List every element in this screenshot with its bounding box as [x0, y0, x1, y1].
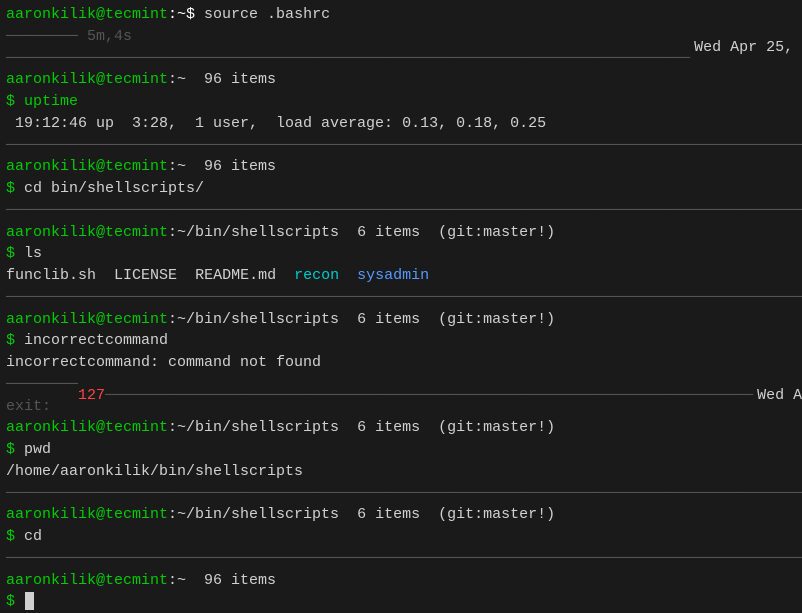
- dashes-exit-2: ────────────────────────────────────────…: [105, 385, 753, 407]
- git-3: (git:master!): [420, 419, 555, 436]
- prompt-info-5: aaronkilik@tecmint:~/bin/shellscripts 6 …: [6, 417, 796, 439]
- dollar-4: $: [6, 245, 15, 262]
- line-1: aaronkilik@tecmint:~$ source .bashrc: [6, 4, 796, 26]
- ls-cmd: ls: [15, 245, 42, 262]
- file-readme: README.md: [195, 267, 276, 284]
- sep-6: ────────────────────────────────────────…: [6, 483, 796, 505]
- sep-6: :~/bin/shellscripts: [168, 419, 357, 436]
- sep-2: :~: [168, 71, 204, 88]
- dashes-3: ────────────────────────────────────────…: [6, 200, 802, 222]
- cmd-pwd: $ pwd: [6, 439, 796, 461]
- prompt-info-final: aaronkilik@tecmint:~ 96 items: [6, 570, 796, 592]
- file-funclib: funclib.sh: [6, 267, 96, 284]
- pwd-cmd: pwd: [15, 441, 51, 458]
- user-6: aaronkilik@tecmint: [6, 419, 168, 436]
- file-recon: recon: [294, 267, 339, 284]
- cmd-cd: $ cd bin/shellscripts/: [6, 178, 796, 200]
- sep-3: :~: [168, 158, 204, 175]
- timestamp-5: Wed Apr 25, 19:13:56: [753, 385, 802, 407]
- prompt-info-3: aaronkilik@tecmint:~/bin/shellscripts 6 …: [6, 222, 796, 244]
- terminal: aaronkilik@tecmint:~$ source .bashrc ───…: [0, 0, 802, 515]
- exit-code: 127: [78, 385, 105, 407]
- spacer-1: [96, 267, 114, 284]
- prompt-info-1: aaronkilik@tecmint:~ 96 items: [6, 69, 796, 91]
- error-output: incorrectcommand: command not found: [6, 352, 796, 374]
- git-2: (git:master!): [420, 311, 555, 328]
- cmd-ls: $ ls: [6, 243, 796, 265]
- cmd-1: source .bashrc: [195, 6, 330, 23]
- prompt-info-2: aaronkilik@tecmint:~ 96 items: [6, 156, 796, 178]
- dashes-6: ────────────────────────────────────────…: [6, 483, 802, 505]
- dollar-7: $: [6, 528, 15, 545]
- dashes-4: ────────────────────────────────────────…: [6, 287, 802, 309]
- sep-7: ────────────────────────────────────────…: [6, 548, 796, 570]
- items-4: 6 items: [357, 224, 420, 241]
- file-license: LICENSE: [114, 267, 177, 284]
- sep-exit: ──────── exit: 127 ─────────────────────…: [6, 374, 796, 418]
- user-2: aaronkilik@tecmint: [6, 71, 168, 88]
- final-prompt-line[interactable]: $: [6, 591, 796, 613]
- dashes-exit-1: ──────── exit:: [6, 374, 78, 418]
- items-6: 6 items: [357, 419, 420, 436]
- sep-timer: ──────── 5m,4s ─────────────────────────…: [6, 26, 796, 70]
- cmd-cd2: $ cd: [6, 526, 796, 548]
- prompt-info-6: aaronkilik@tecmint:~/bin/shellscripts 6 …: [6, 504, 796, 526]
- spacer-3: [276, 267, 294, 284]
- cursor: [25, 592, 34, 610]
- items-2: 96 items: [204, 71, 276, 88]
- sep-2: ────────────────────────────────────────…: [6, 135, 796, 157]
- file-sysadmin: sysadmin: [357, 267, 429, 284]
- items-3: 96 items: [204, 158, 276, 175]
- cd-cmd: cd bin/shellscripts/: [15, 180, 204, 197]
- sep-5: :~/bin/shellscripts: [168, 311, 357, 328]
- dollar-3: $: [6, 180, 15, 197]
- user-host-1: aaronkilik@tecmint: [6, 6, 168, 23]
- pwd-output: /home/aaronkilik/bin/shellscripts: [6, 461, 796, 483]
- dollar-final: $: [6, 593, 24, 610]
- ls-output: funclib.sh LICENSE README.md recon sysad…: [6, 265, 796, 287]
- dollar-5: $: [6, 332, 15, 349]
- prompt-info-4: aaronkilik@tecmint:~/bin/shellscripts 6 …: [6, 309, 796, 331]
- user-final: aaronkilik@tecmint: [6, 572, 168, 589]
- user-5: aaronkilik@tecmint: [6, 311, 168, 328]
- dashes-timer: ──────── 5m,4s ─────────────────────────…: [6, 26, 690, 70]
- items-5: 6 items: [357, 311, 420, 328]
- spacer-2: [177, 267, 195, 284]
- colon-1: :~$: [168, 6, 195, 23]
- cd2-cmd: cd: [15, 528, 42, 545]
- uptime-output: 19:12:46 up 3:28, 1 user, load average: …: [6, 113, 796, 135]
- sep-4: ────────────────────────────────────────…: [6, 287, 796, 309]
- dollar-6: $: [6, 441, 15, 458]
- dashes-2: ────────────────────────────────────────…: [6, 135, 802, 157]
- dashes-7: ────────────────────────────────────────…: [6, 548, 802, 570]
- git-1: (git:master!): [420, 224, 555, 241]
- spacer-4: [339, 267, 357, 284]
- sep-final: :~: [168, 572, 204, 589]
- items-final: 96 items: [204, 572, 276, 589]
- cmd-incorrect: $ incorrectcommand: [6, 330, 796, 352]
- uptime-cmd: uptime: [15, 93, 78, 110]
- timestamp-1: Wed Apr 25, 19:12:27: [690, 37, 802, 59]
- incorrect-cmd: incorrectcommand: [15, 332, 168, 349]
- sep-4: :~/bin/shellscripts: [168, 224, 357, 241]
- user-4: aaronkilik@tecmint: [6, 224, 168, 241]
- sep-3: ────────────────────────────────────────…: [6, 200, 796, 222]
- dollar-2: $: [6, 93, 15, 110]
- cmd-uptime: $ uptime: [6, 91, 796, 113]
- user-3: aaronkilik@tecmint: [6, 158, 168, 175]
